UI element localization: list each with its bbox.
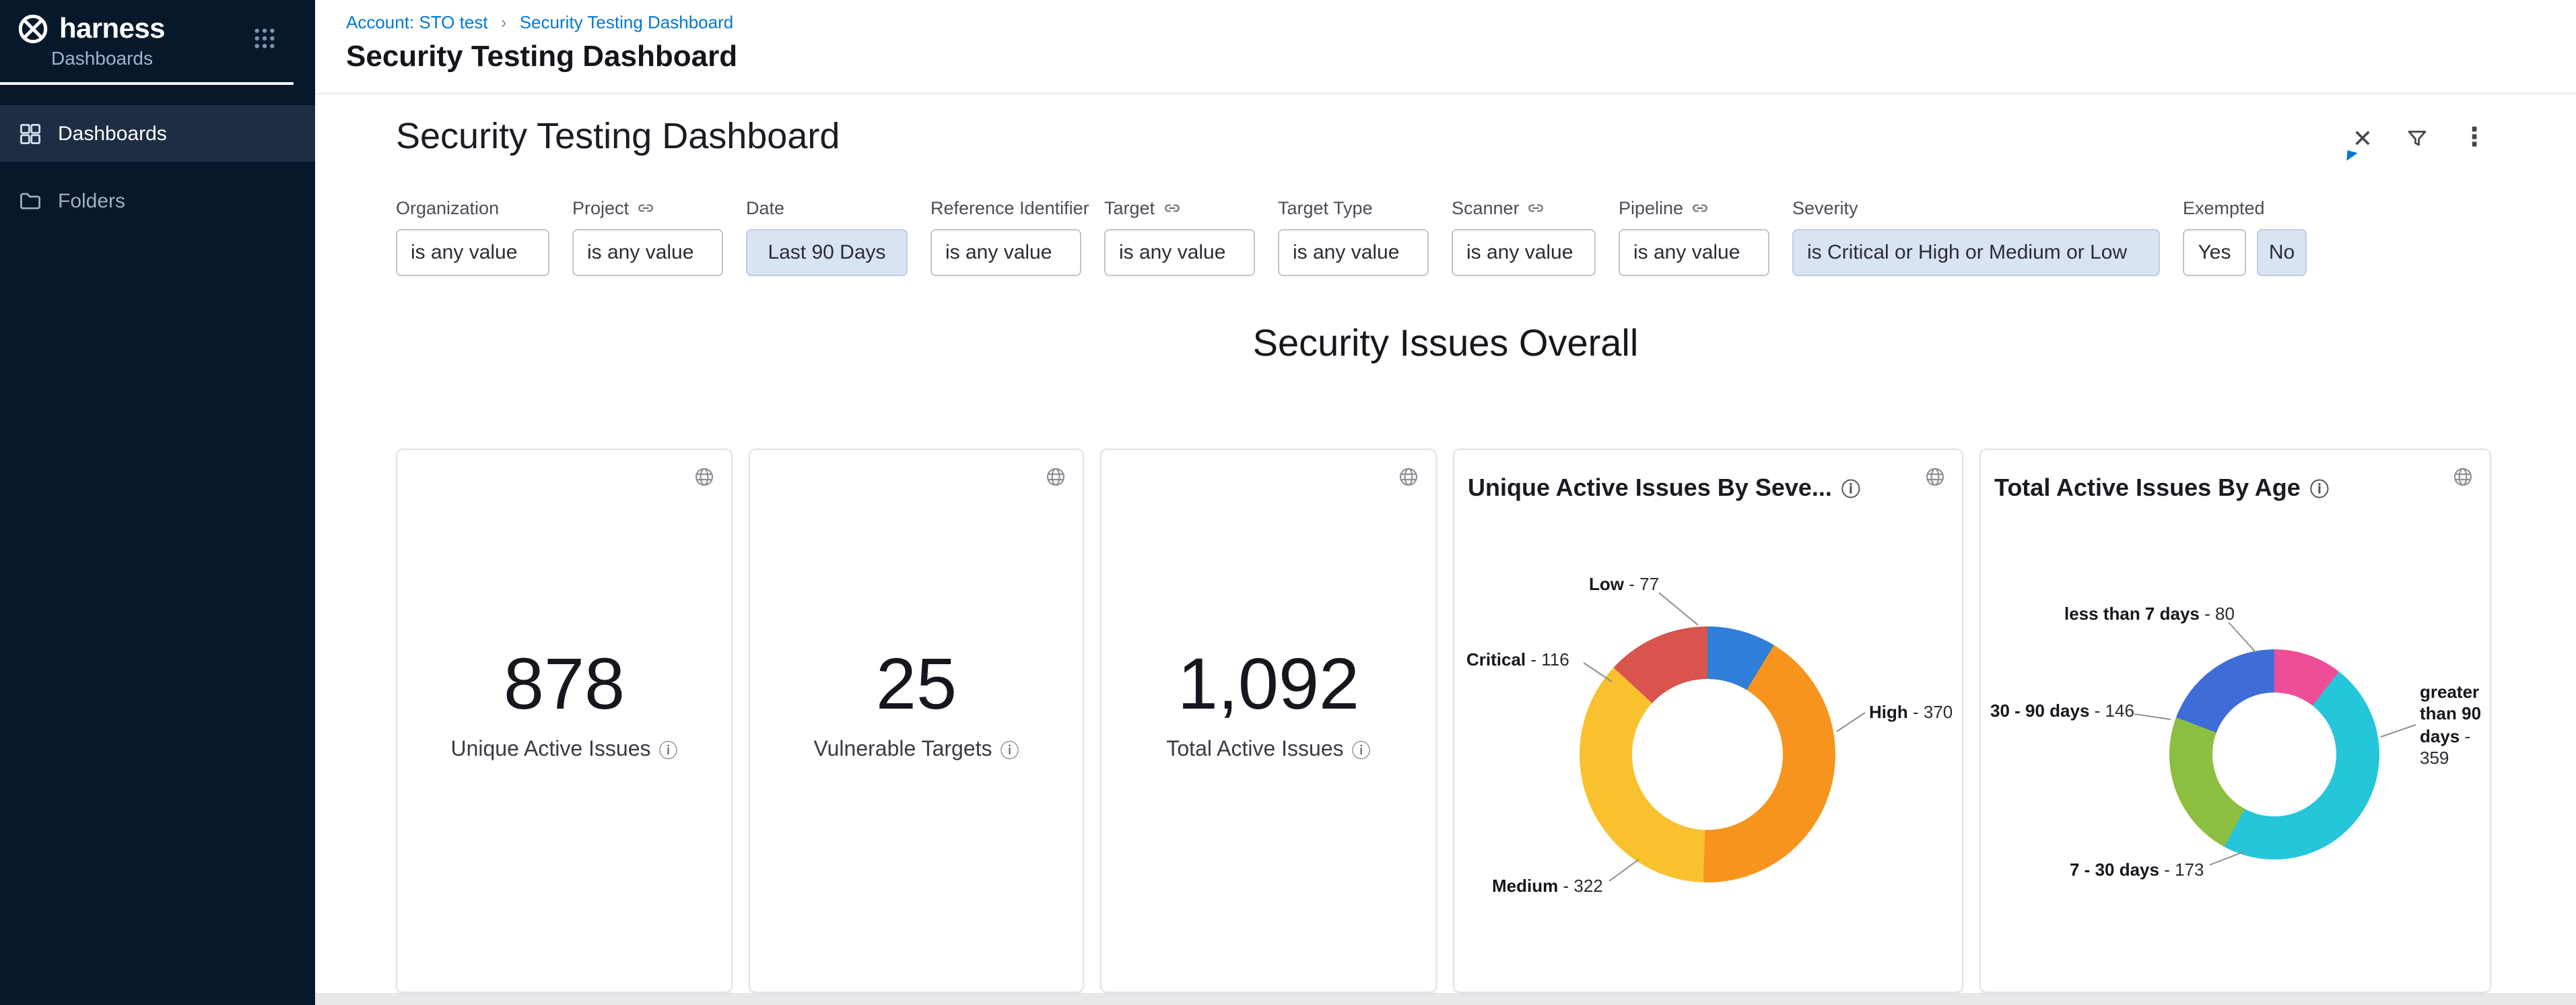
breadcrumb-account-link[interactable]: Account: STO test: [346, 12, 488, 32]
filter-label: Severity: [1792, 197, 1858, 218]
sidebar: harness Dashboards: [0, 0, 315, 1005]
sidebar-divider: [0, 82, 294, 85]
sidebar-item-label: Dashboards: [58, 122, 167, 145]
section-title: Security Issues Overall: [315, 322, 2576, 365]
filter-value-dropdown[interactable]: is any value: [396, 229, 549, 276]
link-icon: [1528, 199, 1545, 216]
globe-icon[interactable]: [2452, 466, 2474, 488]
filter-label: Project: [572, 197, 629, 218]
page-title: Security Testing Dashboard: [346, 39, 737, 74]
stat-card-unique-active-issues: 878 Unique Active Issues ⓘ: [396, 449, 733, 993]
filter-value-dropdown[interactable]: is any value: [1452, 229, 1596, 276]
stat-label: Total Active Issues: [1166, 738, 1343, 763]
filter-icon[interactable]: [2405, 127, 2429, 151]
globe-icon[interactable]: [1398, 466, 1419, 488]
folder-icon: [19, 189, 42, 212]
stat-card-total-active-issues: 1,092 Total Active Issues ⓘ: [1100, 449, 1437, 993]
harness-logo-icon: [16, 12, 50, 46]
chevron-right-icon: ›: [501, 12, 507, 32]
app-grid-icon[interactable]: [253, 27, 276, 57]
filter-target: Target is any value: [1104, 197, 1255, 276]
filter-value-dropdown[interactable]: is any value: [1104, 229, 1255, 276]
filter-organization: Organization is any value: [396, 197, 549, 276]
filter-label: Organization: [396, 197, 499, 218]
slice-label-30-90-days: 30 - 90 days - 146: [1990, 701, 2134, 723]
filter-label: Reference Identifier: [930, 197, 1089, 218]
slice-label-high: High - 370: [1869, 702, 1953, 724]
top-header: Account: STO test › Security Testing Das…: [315, 0, 2576, 94]
filter-label: Scanner: [1452, 197, 1520, 218]
filter-value-dropdown[interactable]: is any value: [1619, 229, 1769, 276]
link-icon: [637, 199, 654, 216]
kebab-menu-icon[interactable]: ⋮: [2462, 127, 2487, 151]
info-icon[interactable]: ⓘ: [1001, 741, 1019, 760]
content-area: ✕ ⋮ Security Testing Dashboard Organizat…: [315, 94, 2576, 1005]
filter-label: Exempted: [2183, 197, 2265, 218]
slice-label-less-than-7-days: less than 7 days - 80: [2064, 604, 2235, 626]
filter-date: Date Last 90 Days: [746, 197, 908, 276]
cards-row: 878 Unique Active Issues ⓘ 25 Vulnerable…: [396, 449, 2491, 993]
link-icon: [1691, 199, 1709, 216]
slice-label-low: Low - 77: [1589, 574, 1659, 596]
chart-title: Total Active Issues By Age: [1994, 474, 2301, 502]
filter-label: Pipeline: [1619, 197, 1683, 218]
sidebar-nav: Dashboards Folders: [0, 105, 315, 229]
dashboard-title: Security Testing Dashboard: [396, 116, 840, 158]
sidebar-item-label: Folders: [58, 189, 125, 212]
filter-value-dropdown[interactable]: is any value: [572, 229, 723, 276]
chart-card-issues-by-severity: Unique Active Issues By Seve... ⓘ: [1453, 449, 1963, 993]
filter-label: Target Type: [1278, 197, 1373, 218]
stat-value: 1,092: [1101, 643, 1435, 726]
filter-value-dropdown[interactable]: is any value: [930, 229, 1081, 276]
filter-value-dropdown[interactable]: is Critical or High or Medium or Low: [1792, 229, 2160, 276]
link-icon: [1163, 199, 1180, 216]
filter-value-dropdown[interactable]: Last 90 Days: [746, 229, 908, 276]
sidebar-item-folders[interactable]: Folders: [0, 172, 315, 229]
age-donut-chart[interactable]: [2169, 649, 2379, 860]
exempted-yes-button[interactable]: Yes: [2183, 229, 2246, 276]
breadcrumb-page-link[interactable]: Security Testing Dashboard: [520, 12, 734, 32]
filter-bar: Organization is any value Project is any…: [396, 197, 2307, 276]
globe-icon[interactable]: [693, 466, 715, 488]
close-icon[interactable]: ✕: [2352, 127, 2373, 151]
filter-project: Project is any value: [572, 197, 723, 276]
stat-label: Vulnerable Targets: [813, 738, 992, 763]
panel-actions: ✕ ⋮: [2352, 127, 2487, 151]
dashboard-panel: ✕ ⋮ Security Testing Dashboard Organizat…: [315, 94, 2576, 993]
filter-value-dropdown[interactable]: is any value: [1278, 229, 1429, 276]
brand-name: harness: [59, 13, 165, 45]
slice-label-critical: Critical - 116: [1466, 649, 1569, 672]
stat-label: Unique Active Issues: [450, 738, 650, 763]
stat-card-vulnerable-targets: 25 Vulnerable Targets ⓘ: [749, 449, 1084, 993]
globe-icon[interactable]: [1924, 466, 1946, 488]
globe-icon[interactable]: [1045, 466, 1066, 488]
info-icon[interactable]: ⓘ: [2310, 479, 2329, 498]
slice-label-medium: Medium - 322: [1492, 876, 1603, 898]
chart-card-issues-by-age: Total Active Issues By Age ⓘ: [1979, 449, 2491, 993]
info-icon[interactable]: ⓘ: [1352, 741, 1371, 760]
filter-reference-identifier: Reference Identifier is any value: [930, 197, 1081, 276]
info-icon[interactable]: ⓘ: [1841, 479, 1860, 498]
filter-target-type: Target Type is any value: [1278, 197, 1429, 276]
slice-label-7-30-days: 7 - 30 days - 173: [2070, 860, 2204, 882]
app-window: harness Dashboards: [0, 0, 2576, 1005]
filter-label: Target: [1104, 197, 1155, 218]
info-icon[interactable]: ⓘ: [659, 741, 678, 760]
slice-label-greater-than-90-days: greater than 90 days - 359: [2420, 682, 2490, 769]
filter-label: Date: [746, 197, 784, 218]
filter-severity: Severity is Critical or High or Medium o…: [1792, 197, 2160, 276]
severity-donut-chart[interactable]: [1580, 626, 1835, 882]
filter-scanner: Scanner is any value: [1452, 197, 1596, 276]
stat-value: 878: [397, 643, 731, 726]
filter-exempted: Exempted Yes No: [2183, 197, 2307, 276]
breadcrumb: Account: STO test › Security Testing Das…: [346, 12, 733, 32]
brand[interactable]: harness: [16, 12, 165, 46]
dashboard-grid-icon: [19, 122, 42, 145]
chart-title: Unique Active Issues By Seve...: [1468, 474, 1832, 502]
filter-pipeline: Pipeline is any value: [1619, 197, 1769, 276]
module-name: Dashboards: [51, 47, 153, 69]
exempted-no-button[interactable]: No: [2257, 229, 2307, 276]
stat-value: 25: [750, 643, 1083, 726]
sidebar-item-dashboards[interactable]: Dashboards: [0, 105, 315, 162]
